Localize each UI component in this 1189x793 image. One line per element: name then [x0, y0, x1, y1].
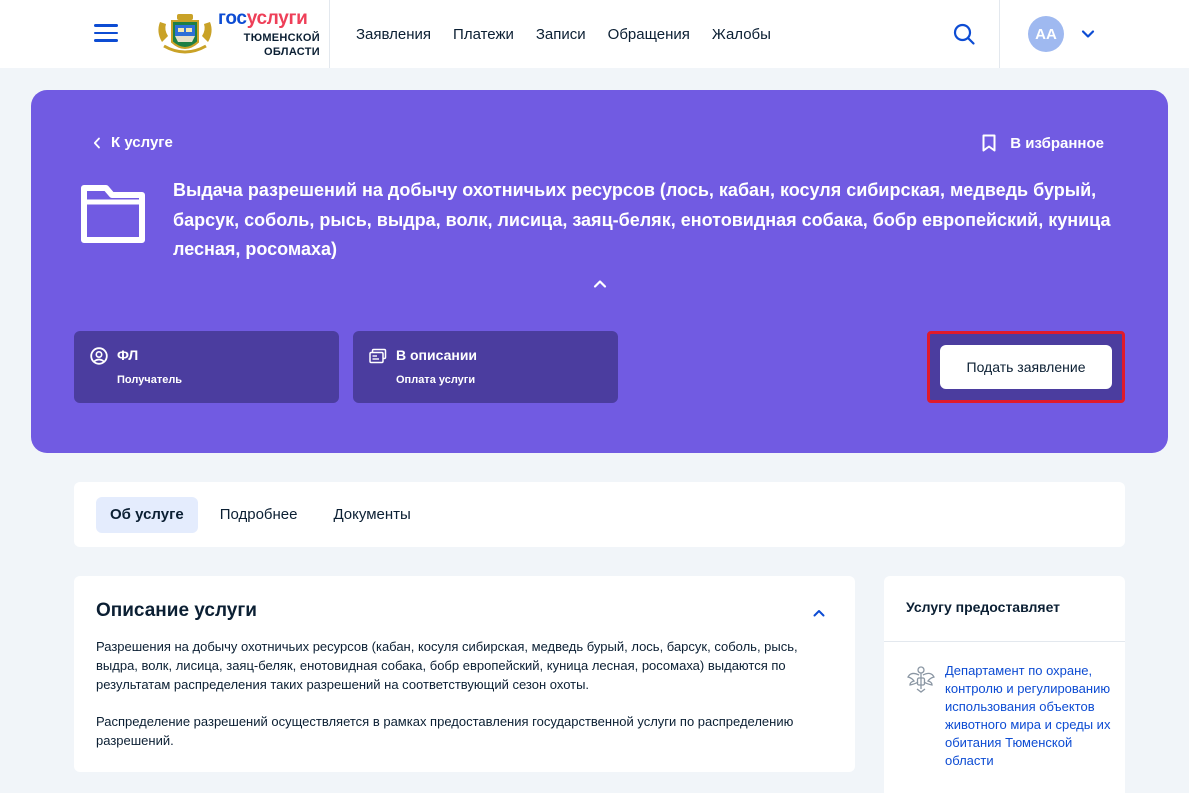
submit-highlight-frame: Подать заявление	[927, 331, 1125, 403]
coat-of-arms-icon	[158, 14, 212, 54]
payment-icon	[369, 348, 387, 364]
nav-appointments[interactable]: Записи	[536, 26, 586, 43]
chevron-up-icon[interactable]	[592, 276, 608, 292]
description-paragraph: Распределение разрешений осуществляется …	[96, 714, 794, 748]
header-divider	[329, 0, 330, 68]
bookmark-icon	[982, 134, 996, 152]
tab-about[interactable]: Об услуге	[96, 496, 198, 533]
back-label: К услуге	[111, 134, 173, 151]
recipient-label: Получатель	[117, 374, 183, 386]
eagle-emblem-icon	[907, 666, 935, 693]
submit-application-button[interactable]: Подать заявление	[940, 345, 1112, 389]
main-nav: Заявления Платежи Записи Обращения Жалоб…	[356, 0, 793, 68]
logo-region-line1: ТЮМЕНСКОЙ	[243, 32, 320, 44]
nav-applications[interactable]: Заявления	[356, 26, 431, 43]
search-icon[interactable]	[952, 22, 976, 46]
chevron-left-icon	[93, 137, 100, 148]
chevron-down-icon[interactable]	[1080, 26, 1096, 42]
gosuslugi-logo[interactable]: госуслуги ТЮМЕНСКОЙ ОБЛАСТИ	[156, 8, 326, 60]
nav-complaints[interactable]: Жалобы	[712, 26, 771, 43]
logo-wordmark: госуслуги	[218, 8, 308, 29]
provider-title: Услугу предоставляет	[906, 599, 1061, 615]
favorite-label: В избранное	[1010, 134, 1104, 152]
service-title: Выдача разрешений на добычу охотничьих р…	[173, 180, 1111, 259]
tab-documents[interactable]: Документы	[319, 497, 424, 533]
avatar[interactable]: АА	[1028, 16, 1064, 52]
provider-department-link[interactable]: Департамент по охране, контролю и регули…	[945, 662, 1113, 770]
logo-region-line2: ОБЛАСТИ	[264, 46, 320, 58]
service-hero: К услуге В избранное Выдача разрешений н…	[31, 90, 1168, 453]
recipient-value: ФЛ	[117, 347, 139, 363]
add-to-favorites-button[interactable]: В избранное	[982, 134, 1104, 152]
payment-card: В описании Оплата услуги	[353, 331, 618, 403]
provider-divider	[884, 641, 1125, 642]
back-to-service-link[interactable]: К услуге	[93, 134, 173, 151]
top-header: госуслуги ТЮМЕНСКОЙ ОБЛАСТИ Заявления Пл…	[0, 0, 1189, 68]
nav-appeals[interactable]: Обращения	[608, 26, 690, 43]
nav-payments[interactable]: Платежи	[453, 26, 514, 43]
service-provider-card: Услугу предоставляет Департамент по охра…	[884, 576, 1125, 793]
menu-icon[interactable]	[94, 24, 118, 44]
header-divider-right	[999, 0, 1000, 68]
description-title: Описание услуги	[96, 600, 257, 621]
payment-value: В описании	[396, 347, 478, 363]
chevron-up-icon[interactable]	[812, 606, 826, 620]
service-description-card: Описание услуги Разрешения на добычу охо…	[74, 576, 855, 772]
recipient-card: ФЛ Получатель	[74, 331, 339, 403]
service-tabs: Об услуге Подробнее Документы	[74, 482, 1125, 547]
folder-icon	[81, 185, 145, 243]
description-paragraph: Разрешения на добычу охотничьих ресурсов…	[96, 639, 798, 692]
payment-label: Оплата услуги	[396, 374, 476, 386]
user-circle-icon	[90, 347, 108, 365]
tab-details[interactable]: Подробнее	[206, 497, 312, 533]
